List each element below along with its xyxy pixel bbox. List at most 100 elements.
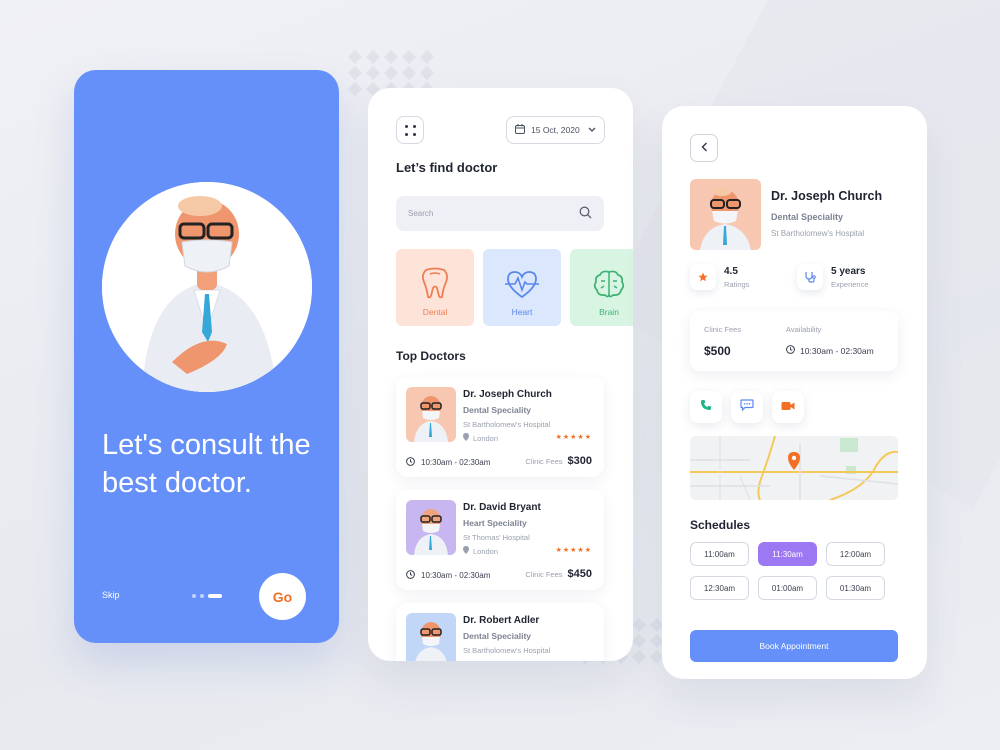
- clinic-fees-value: $500: [704, 344, 731, 358]
- book-appointment-button[interactable]: Book Appointment: [690, 630, 898, 662]
- heart-pulse-icon: [504, 269, 540, 301]
- video-icon: [781, 398, 795, 416]
- doctor-detail-screen: Dr. Joseph Church Dental Speciality St B…: [662, 106, 927, 679]
- doctor-speciality: Dental Speciality: [771, 212, 844, 222]
- doctor-fee: Clinic Fees $450: [525, 568, 592, 580]
- page-dot-active: [208, 594, 222, 598]
- rating-stat: 4.5 Ratings: [690, 264, 749, 290]
- time-slot[interactable]: 12:00am: [826, 542, 885, 566]
- page-indicator: [192, 594, 222, 598]
- category-label: Brain: [599, 307, 619, 317]
- doctor-speciality: Dental Speciality: [463, 405, 532, 415]
- find-doctor-screen: 15 Oct, 2020 Let’s find doctor Search De…: [368, 88, 633, 661]
- experience-stat: 5 years Experience: [797, 264, 869, 290]
- video-call-button[interactable]: [772, 391, 804, 423]
- category-brain[interactable]: Brain: [570, 249, 633, 326]
- search-input[interactable]: Search: [396, 196, 604, 231]
- location-map[interactable]: [690, 436, 898, 500]
- category-list: Dental Heart Brain: [396, 249, 633, 326]
- stethoscope-icon: [797, 264, 823, 290]
- page-dot: [200, 594, 204, 598]
- doctor-fee: Clinic Fees $300: [525, 455, 592, 467]
- chevron-left-icon: [701, 139, 708, 157]
- doctor-name: Dr. Joseph Church: [463, 389, 552, 400]
- doctor-location: London: [463, 433, 498, 443]
- category-label: Dental: [422, 307, 448, 317]
- message-button[interactable]: [731, 391, 763, 423]
- location-label: London: [473, 546, 499, 556]
- search-placeholder: Search: [408, 209, 434, 218]
- doctor-avatar: [406, 613, 456, 661]
- doctor-name: Dr. Robert Adler: [463, 615, 540, 626]
- doctor-hospital: St Bartholomew's Hospital: [771, 229, 865, 238]
- fee-value: $450: [567, 568, 592, 580]
- experience-label: Experience: [831, 279, 869, 289]
- doctor-speciality: Dental Speciality: [463, 631, 532, 641]
- fees-availability-card: Clinic Fees Availability $500 10:30am - …: [690, 311, 898, 371]
- back-button[interactable]: [690, 134, 718, 162]
- doctor-name: Dr. Joseph Church: [771, 189, 883, 203]
- call-button[interactable]: [690, 391, 722, 423]
- calendar-icon: [515, 124, 525, 136]
- phone-icon: [700, 398, 712, 416]
- doctor-hospital: St Bartholomew's Hospital: [463, 420, 551, 429]
- clock-icon: [406, 457, 415, 468]
- hours-label: 10:30am - 02:30am: [421, 458, 491, 467]
- schedule-slots: 11:00am 11:30am 12:00am 12:30am 01:00am …: [690, 542, 885, 600]
- doctor-location: London: [463, 546, 498, 556]
- clock-icon: [406, 570, 415, 581]
- time-slot[interactable]: 01:00am: [758, 576, 817, 600]
- rating-label: Ratings: [724, 279, 750, 289]
- fee-value: $300: [567, 455, 592, 467]
- category-label: Heart: [511, 307, 533, 317]
- date-selector[interactable]: 15 Oct, 2020: [506, 116, 605, 144]
- doctor-illustration: [102, 182, 312, 392]
- doctor-avatar: [690, 179, 761, 250]
- menu-button[interactable]: [396, 116, 424, 144]
- doctor-avatar: [406, 500, 456, 555]
- category-heart[interactable]: Heart: [483, 249, 561, 326]
- doctor-hours: 10:30am - 02:30am: [406, 570, 490, 581]
- time-slot[interactable]: 12:30am: [690, 576, 749, 600]
- rating-stars: ★★★★★: [555, 434, 592, 441]
- availability-value: 10:30am - 02:30am: [800, 345, 874, 356]
- clinic-fees-label: Clinic Fees: [704, 325, 742, 334]
- tooth-icon: [420, 267, 450, 301]
- doctor-card[interactable]: Dr. Joseph Church Dental Speciality St B…: [396, 377, 604, 477]
- location-pin-icon: [463, 546, 469, 556]
- doctor-hospital: St Thomas' Hospital: [463, 533, 530, 542]
- go-button[interactable]: Go: [259, 573, 306, 620]
- doctor-speciality: Heart Speciality: [463, 518, 527, 528]
- rating-stars: ★★★★★: [555, 547, 592, 554]
- doctor-hours: 10:30am - 02:30am: [406, 457, 490, 468]
- brain-icon: [592, 269, 626, 301]
- doctor-card[interactable]: Dr. David Bryant Heart Speciality St Tho…: [396, 490, 604, 590]
- chevron-down-icon: [588, 125, 596, 135]
- availability: 10:30am - 02:30am: [786, 345, 874, 356]
- doctor-name: Dr. David Bryant: [463, 502, 541, 513]
- time-slot[interactable]: 11:00am: [690, 542, 749, 566]
- top-doctors-heading: Top Doctors: [396, 349, 466, 363]
- doctor-card[interactable]: Dr. Robert Adler Dental Speciality St Ba…: [396, 603, 604, 661]
- doctor-avatar: [406, 387, 456, 442]
- contact-actions: [690, 391, 804, 423]
- search-icon: [579, 206, 592, 221]
- page-title: Let’s find doctor: [396, 160, 498, 175]
- schedules-heading: Schedules: [690, 518, 751, 532]
- star-icon: [690, 264, 716, 290]
- fee-label: Clinic Fees: [525, 570, 563, 579]
- chat-icon: [740, 398, 754, 416]
- experience-value: 5 years: [831, 265, 866, 277]
- time-slot[interactable]: 01:30am: [826, 576, 885, 600]
- skip-link[interactable]: Skip: [102, 590, 120, 600]
- time-slot-selected[interactable]: 11:30am: [758, 542, 817, 566]
- onboarding-headline: Let's consult the best doctor.: [102, 429, 311, 499]
- doctor-hospital: St Bartholomew's Hospital: [463, 646, 551, 655]
- date-label: 15 Oct, 2020: [531, 125, 580, 135]
- location-label: London: [473, 433, 499, 443]
- hours-label: 10:30am - 02:30am: [421, 571, 491, 580]
- onboarding-screen: Let's consult the best doctor. Skip Go: [74, 70, 339, 643]
- location-pin-icon: [463, 433, 469, 443]
- availability-label: Availability: [786, 325, 822, 334]
- category-dental[interactable]: Dental: [396, 249, 474, 326]
